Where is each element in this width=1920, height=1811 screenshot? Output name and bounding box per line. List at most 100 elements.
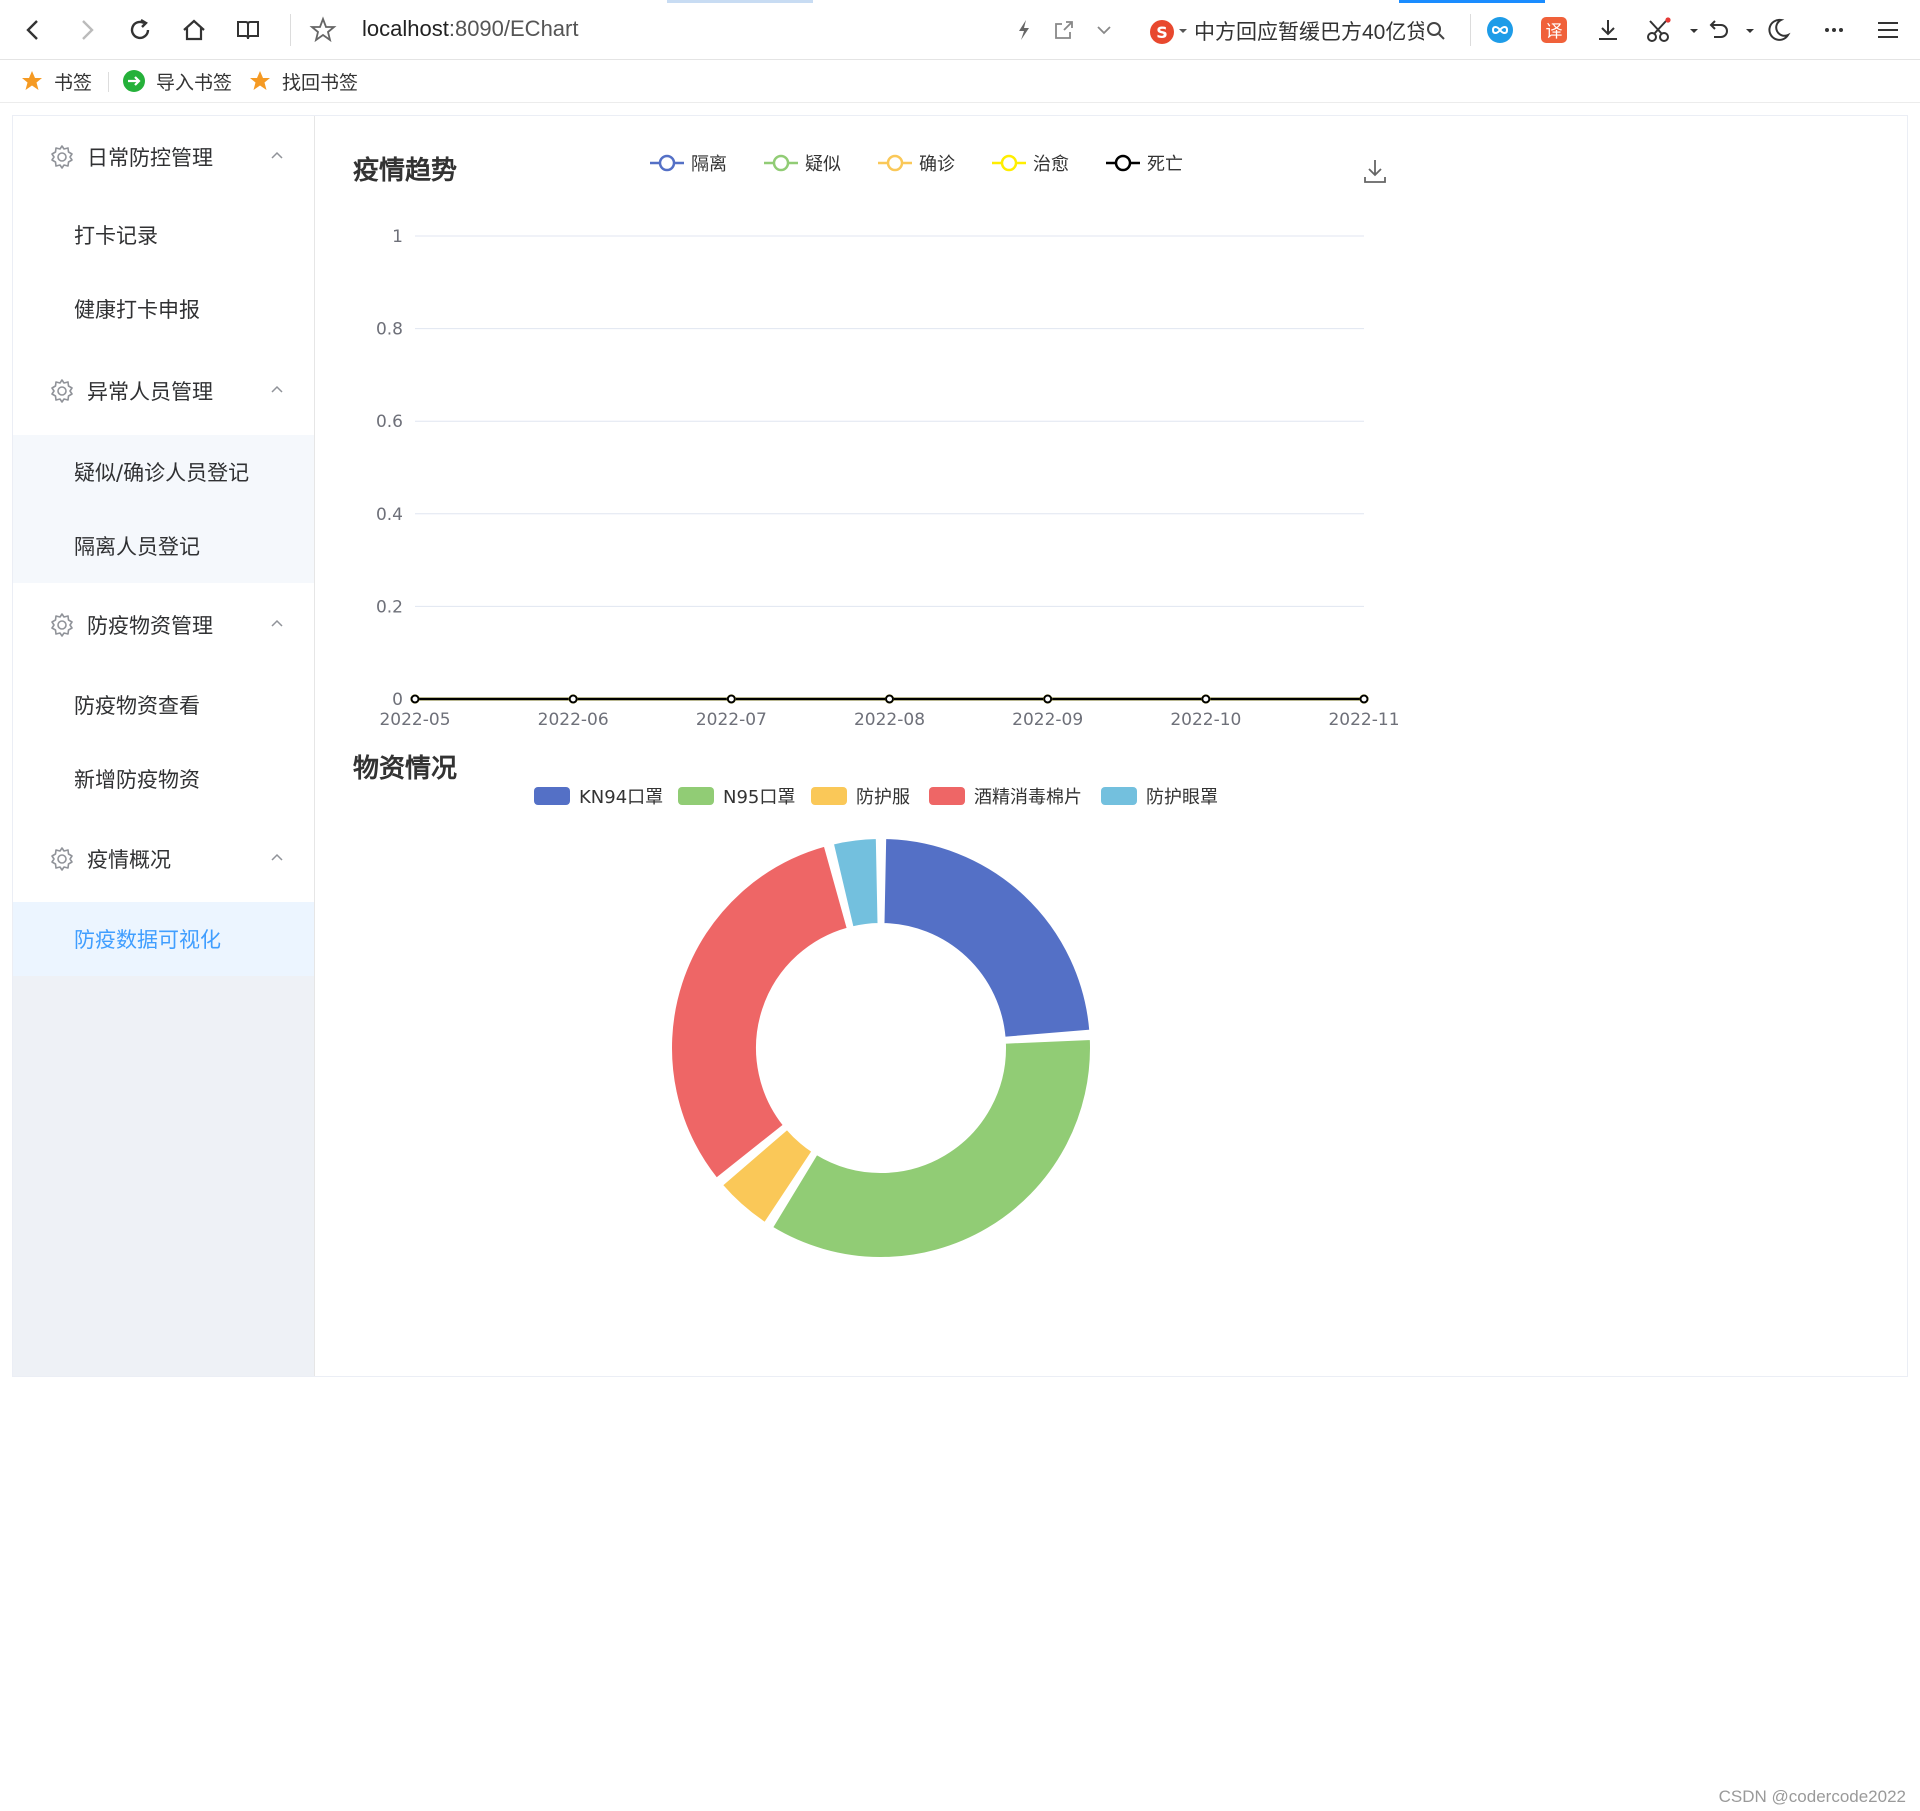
browser-toolbar: localhost:8090/EChart S 中方回应暂缓巴方40亿贷款 译	[0, 0, 1920, 60]
star-icon	[22, 71, 42, 90]
search-icon[interactable]	[1424, 19, 1448, 43]
y-tick-label: 0.4	[376, 505, 403, 525]
back-icon[interactable]	[16, 12, 52, 48]
toolbar-separator	[290, 14, 291, 46]
pie-slice-N95口罩	[771, 1038, 1092, 1259]
svg-text:S: S	[1156, 23, 1168, 42]
bookmark-item-import[interactable]: 导入书签	[122, 68, 232, 94]
bookmark-divider	[108, 72, 109, 92]
gear-icon	[51, 145, 73, 169]
menu-item-quarantine-registration[interactable]: 隔离人员登记	[13, 509, 314, 583]
menu-item-label: 防疫数据可视化	[74, 928, 221, 952]
chevron-up-icon	[271, 619, 283, 627]
menu-item-suspected-registration[interactable]: 疑似/确诊人员登记	[13, 435, 314, 509]
x-tick-label: 2022-07	[696, 710, 767, 730]
menu-item-data-visualization[interactable]: 防疫数据可视化	[13, 902, 314, 976]
submenu-title-text: 日常防控管理	[87, 146, 213, 170]
bookmark-item-bookmarks[interactable]: 书签	[20, 68, 92, 94]
menu-item-label: 防疫物资查看	[74, 694, 200, 718]
x-tick-label: 2022-06	[538, 710, 609, 730]
x-tick-label: 2022-11	[1328, 710, 1399, 730]
svg-text:译: 译	[1546, 22, 1563, 42]
main-content: 疫情趋势 隔离 疑似 确诊 治愈 死亡 物资情况 KN94口罩 N95口罩 防护服 酒精消毒棉…	[315, 116, 1907, 1376]
menu-item-add-supplies[interactable]: 新增防疫物资	[13, 742, 314, 816]
menu-item-label: 隔离人员登记	[74, 535, 200, 559]
pie-slice-酒精消毒棉片	[670, 844, 849, 1180]
active-tab-indicator	[1399, 0, 1545, 3]
submenu-epidemic-overview[interactable]: 疫情概况	[13, 820, 314, 898]
submenu-supplies[interactable]: 防疫物资管理	[13, 586, 314, 664]
undo-menu-caret-icon[interactable]	[1728, 12, 1764, 48]
bookmark-label: 导入书签	[156, 71, 233, 94]
bookmarks-bar: 书签 导入书签 找回书签	[0, 60, 1920, 103]
chevron-up-icon	[271, 853, 283, 861]
favorite-star-icon[interactable]	[305, 12, 341, 48]
menu-item-view-supplies[interactable]: 防疫物资查看	[13, 668, 314, 742]
gear-icon	[51, 847, 73, 871]
scissors-menu-caret-icon[interactable]	[1668, 12, 1704, 48]
share-icon[interactable]	[1046, 12, 1082, 48]
y-tick-label: 0	[392, 690, 403, 710]
app-container: 日常防控管理 打卡记录 健康打卡申报 异常人员管理 疑似/确诊人员登记 隔离人员…	[12, 115, 1908, 1377]
x-tick-label: 2022-05	[379, 710, 450, 730]
submenu-daily-control[interactable]: 日常防控管理	[13, 118, 314, 196]
extension-infinity-icon[interactable]	[1482, 12, 1518, 48]
series-point-死亡	[1359, 694, 1369, 704]
gear-icon	[51, 379, 73, 403]
y-tick-label: 0.8	[376, 320, 403, 340]
series-point-死亡	[568, 694, 578, 704]
bookmark-label: 找回书签	[282, 71, 359, 94]
address-bar[interactable]: localhost:8090/EChart	[362, 16, 578, 42]
translate-icon[interactable]: 译	[1536, 12, 1572, 48]
reading-mode-icon[interactable]	[230, 12, 266, 48]
caret-down-icon[interactable]	[1178, 26, 1188, 36]
star-icon	[250, 71, 270, 90]
series-point-死亡	[885, 694, 894, 704]
import-arrow-icon	[123, 70, 145, 92]
series-point-死亡	[1201, 694, 1211, 704]
menu-item-label: 打卡记录	[74, 224, 158, 248]
search-box[interactable]: S 中方回应暂缓巴方40亿贷款	[1146, 14, 1452, 48]
forward-icon[interactable]	[68, 12, 104, 48]
charts-canvas: 0 0.2 0.4 0.6 0.8 1 2022-05 2022-06 2022-07 2022-…	[376, 227, 1400, 1259]
series-point-死亡	[1043, 694, 1053, 704]
tab-indicator	[667, 0, 813, 3]
menu-item-label: 健康打卡申报	[74, 298, 200, 322]
y-tick-label: 1	[392, 227, 403, 247]
download-icon[interactable]	[1590, 12, 1626, 48]
watermark: CSDN @codercode2022	[1718, 1787, 1906, 1806]
menu-item-health-report[interactable]: 健康打卡申报	[13, 272, 314, 346]
submenu-title-text: 异常人员管理	[87, 380, 213, 404]
series-point-死亡	[726, 694, 736, 704]
reload-icon[interactable]	[122, 12, 158, 48]
menu-item-label: 疑似/确诊人员登记	[74, 461, 250, 485]
chevron-up-icon	[271, 151, 283, 159]
home-icon[interactable]	[176, 12, 212, 48]
menu-item-label: 新增防疫物资	[74, 768, 200, 792]
y-tick-label: 0.2	[376, 597, 403, 617]
toolbar-separator	[1470, 14, 1471, 46]
submenu-title-text: 防疫物资管理	[87, 614, 213, 638]
night-mode-moon-icon[interactable]	[1760, 12, 1796, 48]
url-path: :8090/EChart	[448, 16, 579, 41]
bookmark-item-recover[interactable]: 找回书签	[248, 68, 358, 94]
hamburger-menu-icon[interactable]	[1870, 12, 1906, 48]
submenu-title-text: 疫情概况	[87, 848, 171, 872]
sogou-search-icon[interactable]: S	[1148, 18, 1176, 46]
pie-slice-KN94口罩	[882, 837, 1092, 1039]
series-point-死亡	[410, 694, 420, 704]
gear-icon	[51, 613, 73, 637]
y-tick-label: 0.6	[376, 412, 403, 432]
bookmark-label: 书签	[54, 71, 93, 94]
menu-item-checkin-records[interactable]: 打卡记录	[13, 198, 314, 272]
sidebar-menu: 日常防控管理 打卡记录 健康打卡申报 异常人员管理 疑似/确诊人员登记 隔离人员…	[13, 116, 315, 1376]
search-text: 中方回应暂缓巴方40亿贷款	[1194, 21, 1424, 44]
submenu-abnormal-personnel[interactable]: 异常人员管理	[13, 352, 314, 430]
url-host: localhost	[362, 16, 449, 41]
x-tick-label: 2022-09	[1012, 710, 1083, 730]
x-tick-label: 2022-10	[1170, 710, 1241, 730]
more-menu-icon[interactable]	[1816, 12, 1852, 48]
chevron-down-icon[interactable]	[1086, 12, 1122, 48]
lightning-icon[interactable]	[1006, 12, 1042, 48]
x-tick-label: 2022-08	[854, 710, 925, 730]
